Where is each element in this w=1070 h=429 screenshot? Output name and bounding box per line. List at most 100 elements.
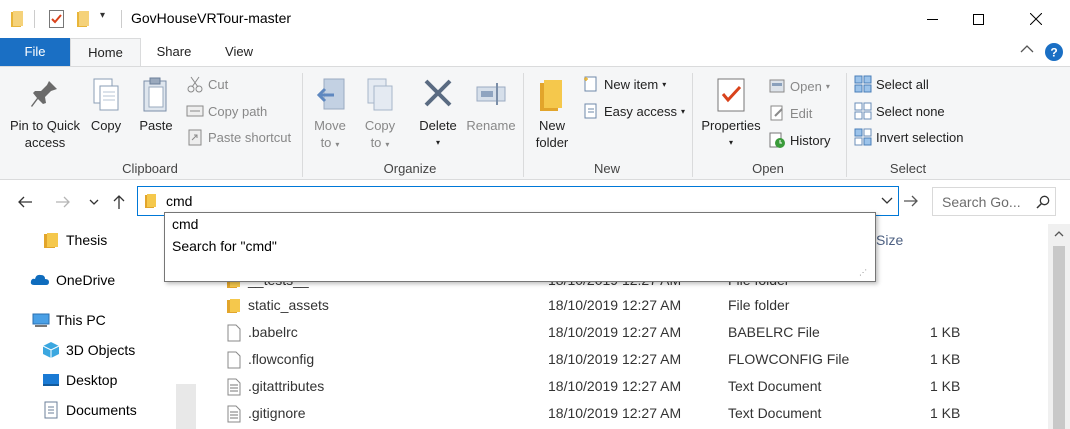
pin-label-2: access: [24, 135, 66, 150]
select-none-button[interactable]: Select none: [854, 100, 945, 122]
column-header-size[interactable]: Size: [876, 232, 903, 248]
file-name: .gitignore: [248, 405, 306, 421]
copy-button[interactable]: Copy: [86, 77, 126, 134]
table-row[interactable]: .flowconfig 18/10/2019 12:27 AM FLOWCONF…: [196, 346, 1048, 373]
file-type: Text Document: [728, 378, 822, 394]
copy-path-label: Copy path: [208, 103, 268, 119]
pin-icon: [29, 77, 61, 113]
nav-item-desktop[interactable]: Desktop: [42, 367, 117, 393]
paste-shortcut-button[interactable]: Paste shortcut: [186, 126, 291, 148]
file-size: 1 KB: [930, 405, 961, 421]
address-input[interactable]: cmd: [166, 193, 192, 209]
new-folder-label-2: folder: [535, 135, 569, 150]
folder-icon: [44, 233, 58, 248]
edit-icon: [770, 105, 783, 121]
forward-arrow-icon: [56, 196, 70, 208]
nav-item-label: Thesis: [66, 232, 108, 248]
copy-label: Copy: [90, 118, 122, 133]
copy-path-button[interactable]: Copy path: [186, 100, 267, 122]
select-all-button[interactable]: Select all: [854, 73, 929, 95]
search-icon[interactable]: [1036, 195, 1050, 209]
paste-icon: [140, 77, 172, 113]
scroll-up-icon[interactable]: [1054, 230, 1064, 237]
new-folder-button[interactable]: New folder: [530, 77, 574, 151]
file-type: FLOWCONFIG File: [728, 351, 850, 367]
maximize-button[interactable]: [955, 0, 1001, 38]
nav-item-3d-objects[interactable]: 3D Objects: [42, 337, 135, 363]
properties-button[interactable]: Properties ▾: [698, 77, 764, 151]
maximize-icon: [972, 13, 984, 25]
autocomplete-item[interactable]: Search for "cmd": [172, 238, 277, 254]
open-button[interactable]: Open ▾: [768, 75, 830, 97]
recent-locations-button[interactable]: [83, 190, 105, 214]
rename-button[interactable]: Rename: [464, 77, 518, 134]
customize-qat-icon[interactable]: ▾: [100, 10, 105, 21]
file-list-scrollbar[interactable]: [1048, 224, 1070, 429]
chevron-down-icon: [89, 199, 99, 205]
table-row[interactable]: .gitignore 18/10/2019 12:27 AM Text Docu…: [196, 400, 1048, 427]
rename-label: Rename: [466, 118, 516, 133]
minimize-ribbon-icon[interactable]: [1020, 44, 1034, 54]
file-name: .babelrc: [248, 324, 298, 340]
cut-button[interactable]: Cut: [186, 73, 228, 95]
resize-grip-icon[interactable]: ⋰: [859, 268, 867, 277]
cut-icon: [187, 76, 203, 93]
edit-button[interactable]: Edit: [768, 102, 812, 124]
easy-access-icon: [584, 103, 597, 119]
invert-selection-button[interactable]: Invert selection: [854, 126, 963, 148]
tab-view[interactable]: View: [207, 38, 271, 66]
pin-to-quick-access-button[interactable]: Pin to Quick access: [6, 77, 84, 151]
edit-label: Edit: [790, 105, 813, 121]
properties-icon[interactable]: [48, 9, 66, 29]
easy-access-label: Easy access: [604, 103, 677, 119]
new-item-button[interactable]: New item ▾: [582, 73, 666, 95]
close-button[interactable]: [1013, 0, 1059, 38]
table-row[interactable]: .gitattributes 18/10/2019 12:27 AM Text …: [196, 373, 1048, 400]
copy-to-button[interactable]: Copy to ▾: [358, 77, 402, 153]
nav-item-label: Documents: [66, 402, 137, 418]
back-arrow-icon: [18, 196, 32, 208]
invert-selection-icon: [854, 128, 872, 146]
new-folder-icon[interactable]: [76, 10, 92, 28]
up-button[interactable]: [108, 190, 130, 214]
search-box[interactable]: Search Go...: [932, 187, 1056, 216]
nav-item-onedrive[interactable]: OneDrive: [30, 267, 115, 293]
scrollbar-thumb[interactable]: [1053, 246, 1065, 429]
delete-button[interactable]: Delete ▾: [414, 77, 462, 151]
nav-item-thesis[interactable]: Thesis: [42, 227, 107, 253]
paste-label: Paste: [139, 118, 173, 133]
help-icon[interactable]: ?: [1045, 43, 1063, 61]
tab-share[interactable]: Share: [141, 38, 207, 66]
nav-item-documents[interactable]: Documents: [42, 397, 137, 423]
minimize-button[interactable]: [909, 0, 955, 38]
tab-file[interactable]: File: [0, 38, 70, 66]
nav-item-this-pc[interactable]: This PC: [32, 307, 106, 333]
paste-shortcut-label: Paste shortcut: [208, 129, 292, 145]
move-to-label-1: Move: [314, 118, 346, 133]
back-button[interactable]: [14, 190, 36, 214]
go-arrow-icon[interactable]: [903, 194, 919, 208]
computer-icon: [32, 313, 50, 327]
table-row[interactable]: static_assets 18/10/2019 12:27 AM File f…: [196, 292, 1048, 319]
table-row[interactable]: .babelrc 18/10/2019 12:27 AM BABELRC Fil…: [196, 319, 1048, 346]
copy-to-label-1: Copy: [364, 118, 396, 133]
select-all-icon: [854, 75, 872, 93]
qat-separator: [121, 10, 122, 28]
nav-pane-scrollbar[interactable]: [176, 384, 196, 429]
move-to-button[interactable]: Move to ▾: [308, 77, 352, 153]
autocomplete-item[interactable]: cmd: [172, 216, 198, 232]
address-dropdown-icon[interactable]: [881, 197, 893, 205]
new-item-icon: [584, 76, 597, 92]
new-item-label: New item: [604, 76, 659, 92]
nav-item-label: 3D Objects: [66, 342, 136, 358]
file-date: 18/10/2019 12:27 AM: [548, 324, 682, 340]
ribbon: Pin to Quick access Copy Paste Cut Copy …: [0, 66, 1070, 180]
file-date: 18/10/2019 12:27 AM: [548, 297, 682, 313]
tab-home[interactable]: Home: [70, 38, 141, 67]
paste-button[interactable]: Paste: [134, 77, 178, 134]
forward-button[interactable]: [52, 190, 74, 214]
select-all-label: Select all: [876, 76, 929, 92]
history-button[interactable]: History: [768, 129, 830, 151]
easy-access-button[interactable]: Easy access ▾: [582, 100, 685, 122]
history-label: History: [790, 132, 831, 148]
